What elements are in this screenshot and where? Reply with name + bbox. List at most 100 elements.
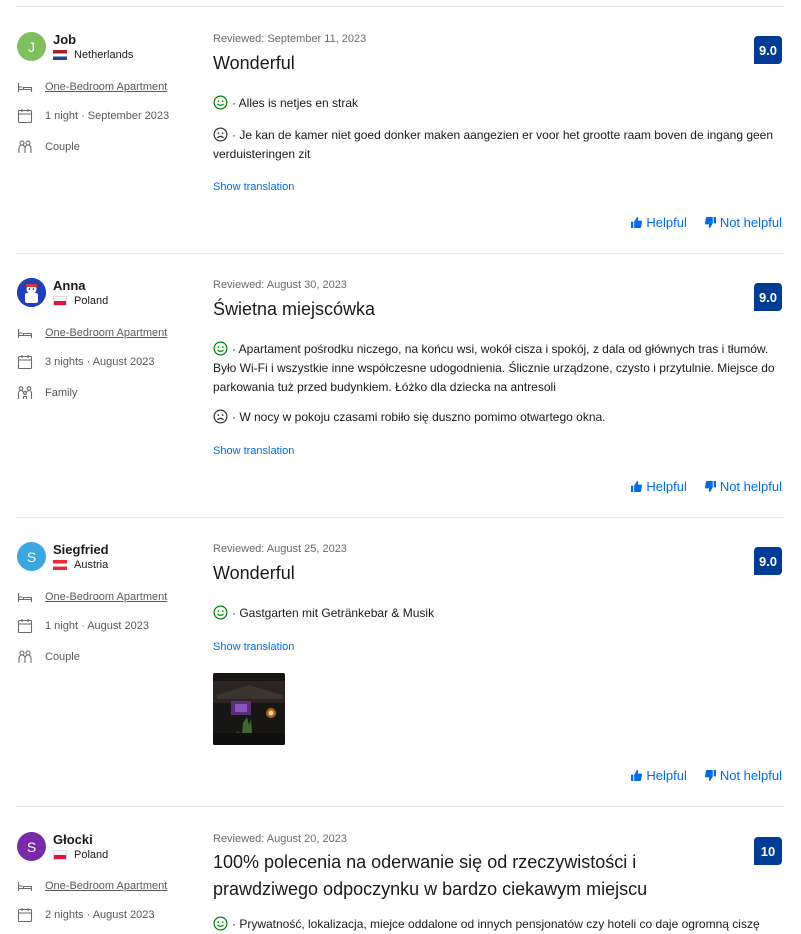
country-label: Netherlands: [74, 49, 134, 61]
bed-icon: [17, 79, 33, 95]
not-helpful-label: Not helpful: [719, 479, 782, 494]
review-title: Wonderful: [213, 53, 295, 73]
reviewer-name: Siegfried: [53, 542, 109, 557]
stay-label: 2 nights · August 2023: [45, 909, 155, 921]
calendar-icon: [17, 108, 33, 124]
reviewer-country: Poland: [53, 849, 108, 861]
garden-night-photo: [213, 673, 285, 745]
bed-icon: [17, 878, 33, 894]
show-translation-link[interactable]: Show translation: [213, 641, 294, 653]
group-icon: [17, 649, 33, 665]
not-helpful-button[interactable]: Not helpful: [704, 215, 782, 230]
negative-text: · W nocy w pokoju czasami robiło się dus…: [232, 410, 606, 424]
helpful-button[interactable]: Helpful: [631, 479, 687, 494]
thumbs-up-icon: [631, 481, 643, 492]
review-photo[interactable]: [213, 673, 285, 745]
calendar-icon: [17, 907, 33, 923]
sad-face-icon: [213, 127, 228, 142]
happy-face-icon: [213, 341, 228, 356]
not-helpful-button[interactable]: Not helpful: [704, 479, 782, 494]
room-type: One-Bedroom Apartment: [17, 325, 167, 341]
review-date: Reviewed: August 30, 2023: [213, 279, 347, 291]
reviewer-name: Anna: [53, 278, 86, 293]
profile-photo-icon: [17, 278, 46, 307]
thumbs-up-icon: [631, 217, 643, 228]
review-title: 100% polecenia na oderwanie się od rzecz…: [213, 852, 648, 899]
stay-info: 2 nights · August 2023: [17, 907, 154, 923]
feedback-buttons: Helpful Not helpful: [631, 768, 782, 783]
stay-info: 1 night · September 2023: [17, 108, 169, 124]
room-type: One-Bedroom Apartment: [17, 589, 167, 605]
country-label: Poland: [74, 295, 109, 307]
stay-info: 3 nights · August 2023: [17, 354, 154, 370]
review-date: Reviewed: August 20, 2023: [213, 833, 347, 845]
room-type-link[interactable]: One-Bedroom Apartment: [45, 327, 167, 339]
review-score: 10: [754, 837, 782, 865]
avatar: J: [17, 32, 46, 61]
negative-comment: · Je kan de kamer niet goed donker maken…: [213, 126, 783, 164]
reviewer-name: Job: [53, 32, 77, 47]
traveler-type: Couple: [17, 139, 80, 155]
positive-text: · Alles is netjes en strak: [232, 96, 359, 110]
positive-text: · Apartament pośrodku niczego, na końcu …: [213, 342, 775, 394]
show-translation-link[interactable]: Show translation: [213, 445, 294, 457]
positive-comment: · Alles is netjes en strak: [213, 94, 783, 113]
review-score: 9.0: [754, 547, 782, 575]
bed-icon: [17, 589, 33, 605]
room-type-link[interactable]: One-Bedroom Apartment: [45, 591, 167, 603]
helpful-button[interactable]: Helpful: [631, 768, 687, 783]
stay-label: 3 nights · August 2023: [45, 356, 155, 368]
austria-flag-icon: [53, 560, 67, 570]
positive-comment: · Apartament pośrodku niczego, na końcu …: [213, 340, 783, 397]
traveler-label: Couple: [45, 141, 80, 153]
thumbs-down-icon: [704, 217, 716, 228]
avatar: S: [17, 832, 46, 861]
room-type: One-Bedroom Apartment: [17, 878, 167, 894]
happy-face-icon: [213, 95, 228, 110]
review-date: Reviewed: September 11, 2023: [213, 33, 367, 45]
country-label: Austria: [74, 559, 109, 571]
room-type-link[interactable]: One-Bedroom Apartment: [45, 81, 167, 93]
avatar: [17, 278, 46, 307]
netherlands-flag-icon: [53, 50, 67, 60]
not-helpful-button[interactable]: Not helpful: [704, 768, 782, 783]
negative-text: · Je kan de kamer niet goed donker maken…: [213, 128, 774, 161]
poland-flag-icon: [53, 850, 67, 860]
country-label: Poland: [74, 849, 109, 861]
not-helpful-label: Not helpful: [719, 768, 782, 783]
thumbs-down-icon: [704, 481, 716, 492]
calendar-icon: [17, 354, 33, 370]
reviewer-country: Poland: [53, 295, 108, 307]
helpful-button[interactable]: Helpful: [631, 215, 687, 230]
positive-comment: · Gastgarten mit Getränkebar & Musik: [213, 604, 783, 623]
positive-comment: · Prywatność, lokalizacja, miejce oddalo…: [213, 915, 783, 934]
helpful-label: Helpful: [646, 479, 687, 494]
happy-face-icon: [213, 605, 228, 620]
show-translation-link[interactable]: Show translation: [213, 181, 294, 193]
not-helpful-label: Not helpful: [719, 215, 782, 230]
stay-label: 1 night · September 2023: [45, 110, 170, 122]
calendar-icon: [17, 618, 33, 634]
positive-text: · Gastgarten mit Getränkebar & Musik: [232, 606, 435, 620]
thumbs-down-icon: [704, 770, 716, 781]
stay-info: 1 night · August 2023: [17, 618, 149, 634]
positive-text: · Prywatność, lokalizacja, miejce oddalo…: [232, 917, 760, 931]
traveler-label: Couple: [45, 651, 80, 663]
traveler-label: Family: [45, 387, 78, 399]
reviewer-country: Netherlands: [53, 49, 133, 61]
bed-icon: [17, 325, 33, 341]
divider: [16, 6, 784, 7]
feedback-buttons: Helpful Not helpful: [631, 215, 782, 230]
group-icon: [17, 139, 33, 155]
stay-label: 1 night · August 2023: [45, 620, 149, 632]
feedback-buttons: Helpful Not helpful: [631, 479, 782, 494]
divider: [16, 806, 784, 807]
family-icon: [17, 385, 33, 401]
negative-comment: · W nocy w pokoju czasami robiło się dus…: [213, 408, 783, 427]
poland-flag-icon: [53, 296, 67, 306]
review-date: Reviewed: August 25, 2023: [213, 543, 347, 555]
helpful-label: Helpful: [646, 768, 687, 783]
room-type-link[interactable]: One-Bedroom Apartment: [45, 880, 167, 892]
helpful-label: Helpful: [646, 215, 687, 230]
divider: [16, 253, 784, 254]
